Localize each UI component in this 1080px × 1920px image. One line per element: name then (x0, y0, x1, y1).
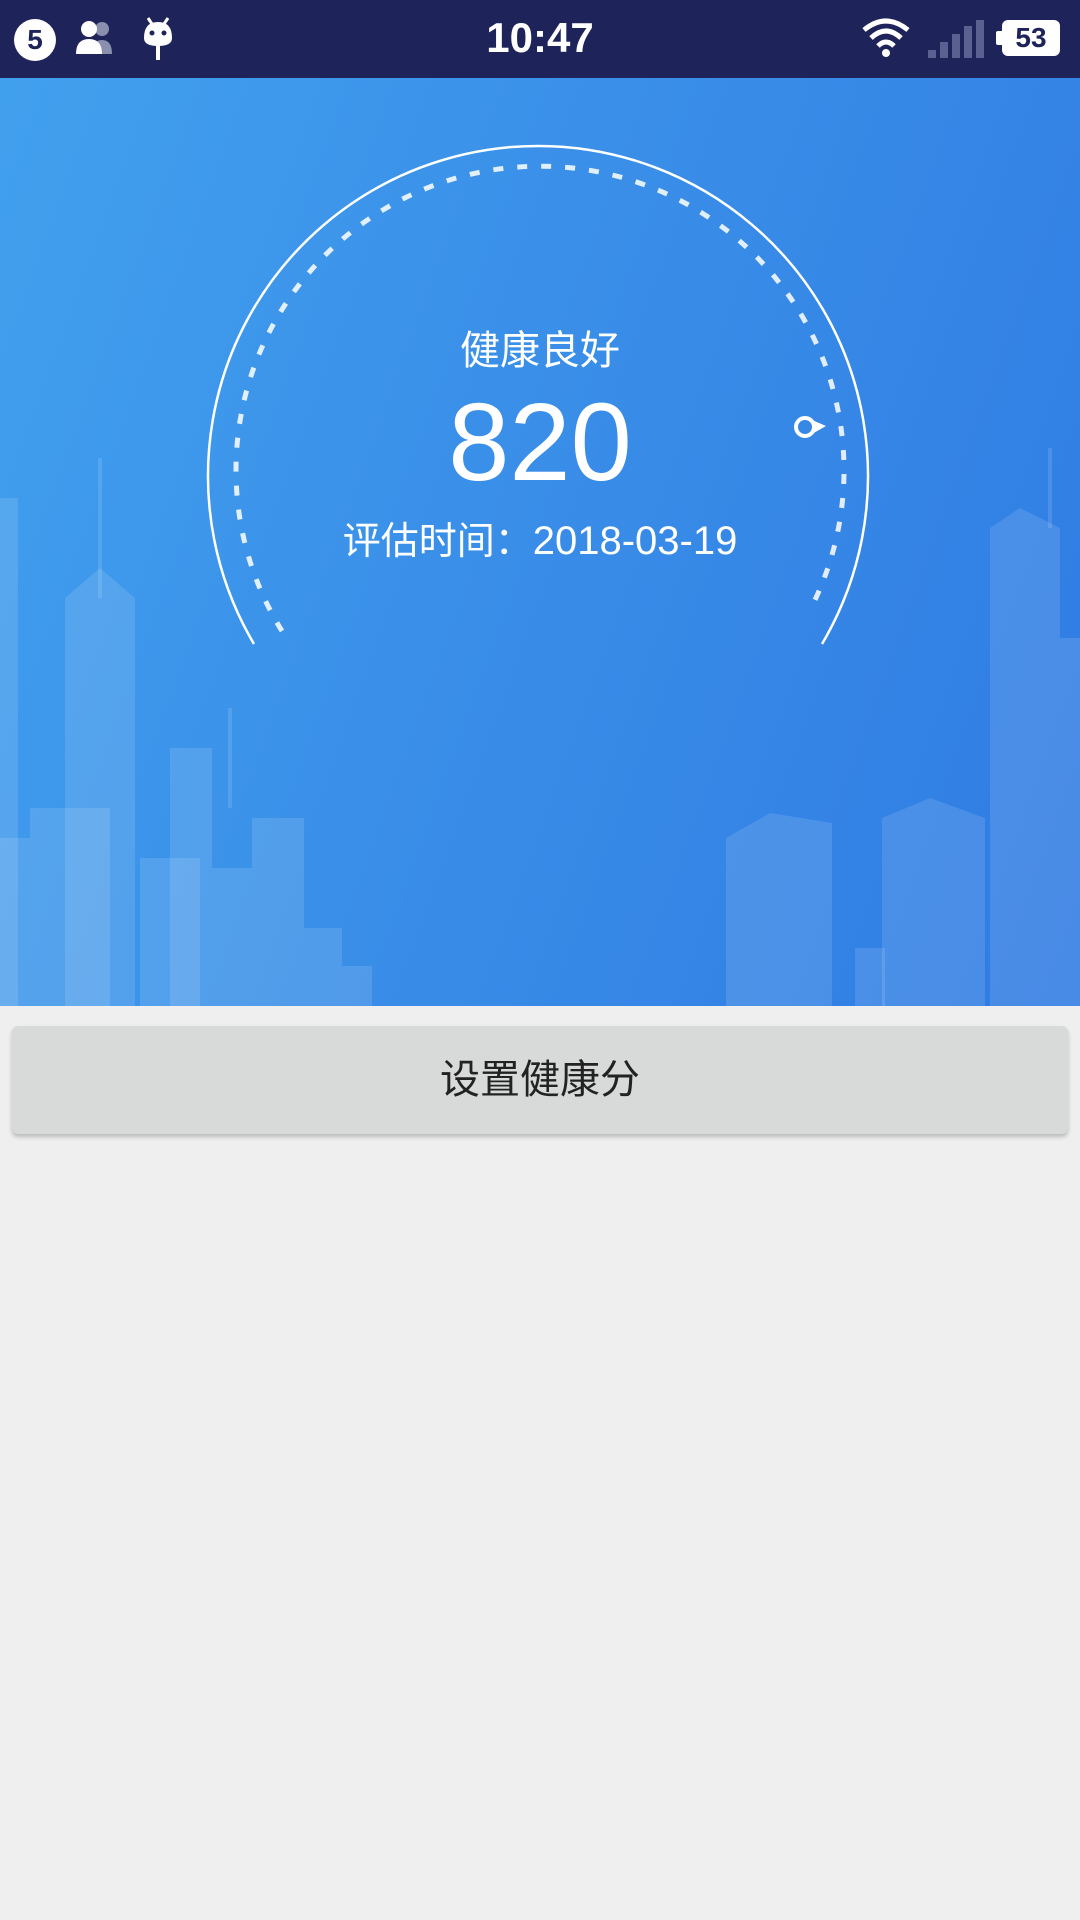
battery-icon: 53 (1002, 20, 1060, 56)
status-clock: 10:47 (486, 14, 594, 61)
evaluation-date: 2018-03-19 (532, 519, 738, 563)
health-score-value: 820 (448, 381, 632, 504)
evaluation-time: 评估时间：2018-03-19 (0, 510, 1080, 565)
set-health-score-button[interactable]: 设置健康分 (12, 1026, 1068, 1134)
evaluation-time-label: 评估时间： (342, 519, 533, 563)
health-score-panel: 健康良好 820 评估时间：2018-03-19 (0, 78, 1080, 1006)
health-status-label: 健康良好 (460, 328, 620, 374)
status-bar: 5 10:47 53 (0, 0, 1080, 78)
wifi-icon (862, 18, 910, 57)
cell-signal-icon (928, 20, 984, 58)
